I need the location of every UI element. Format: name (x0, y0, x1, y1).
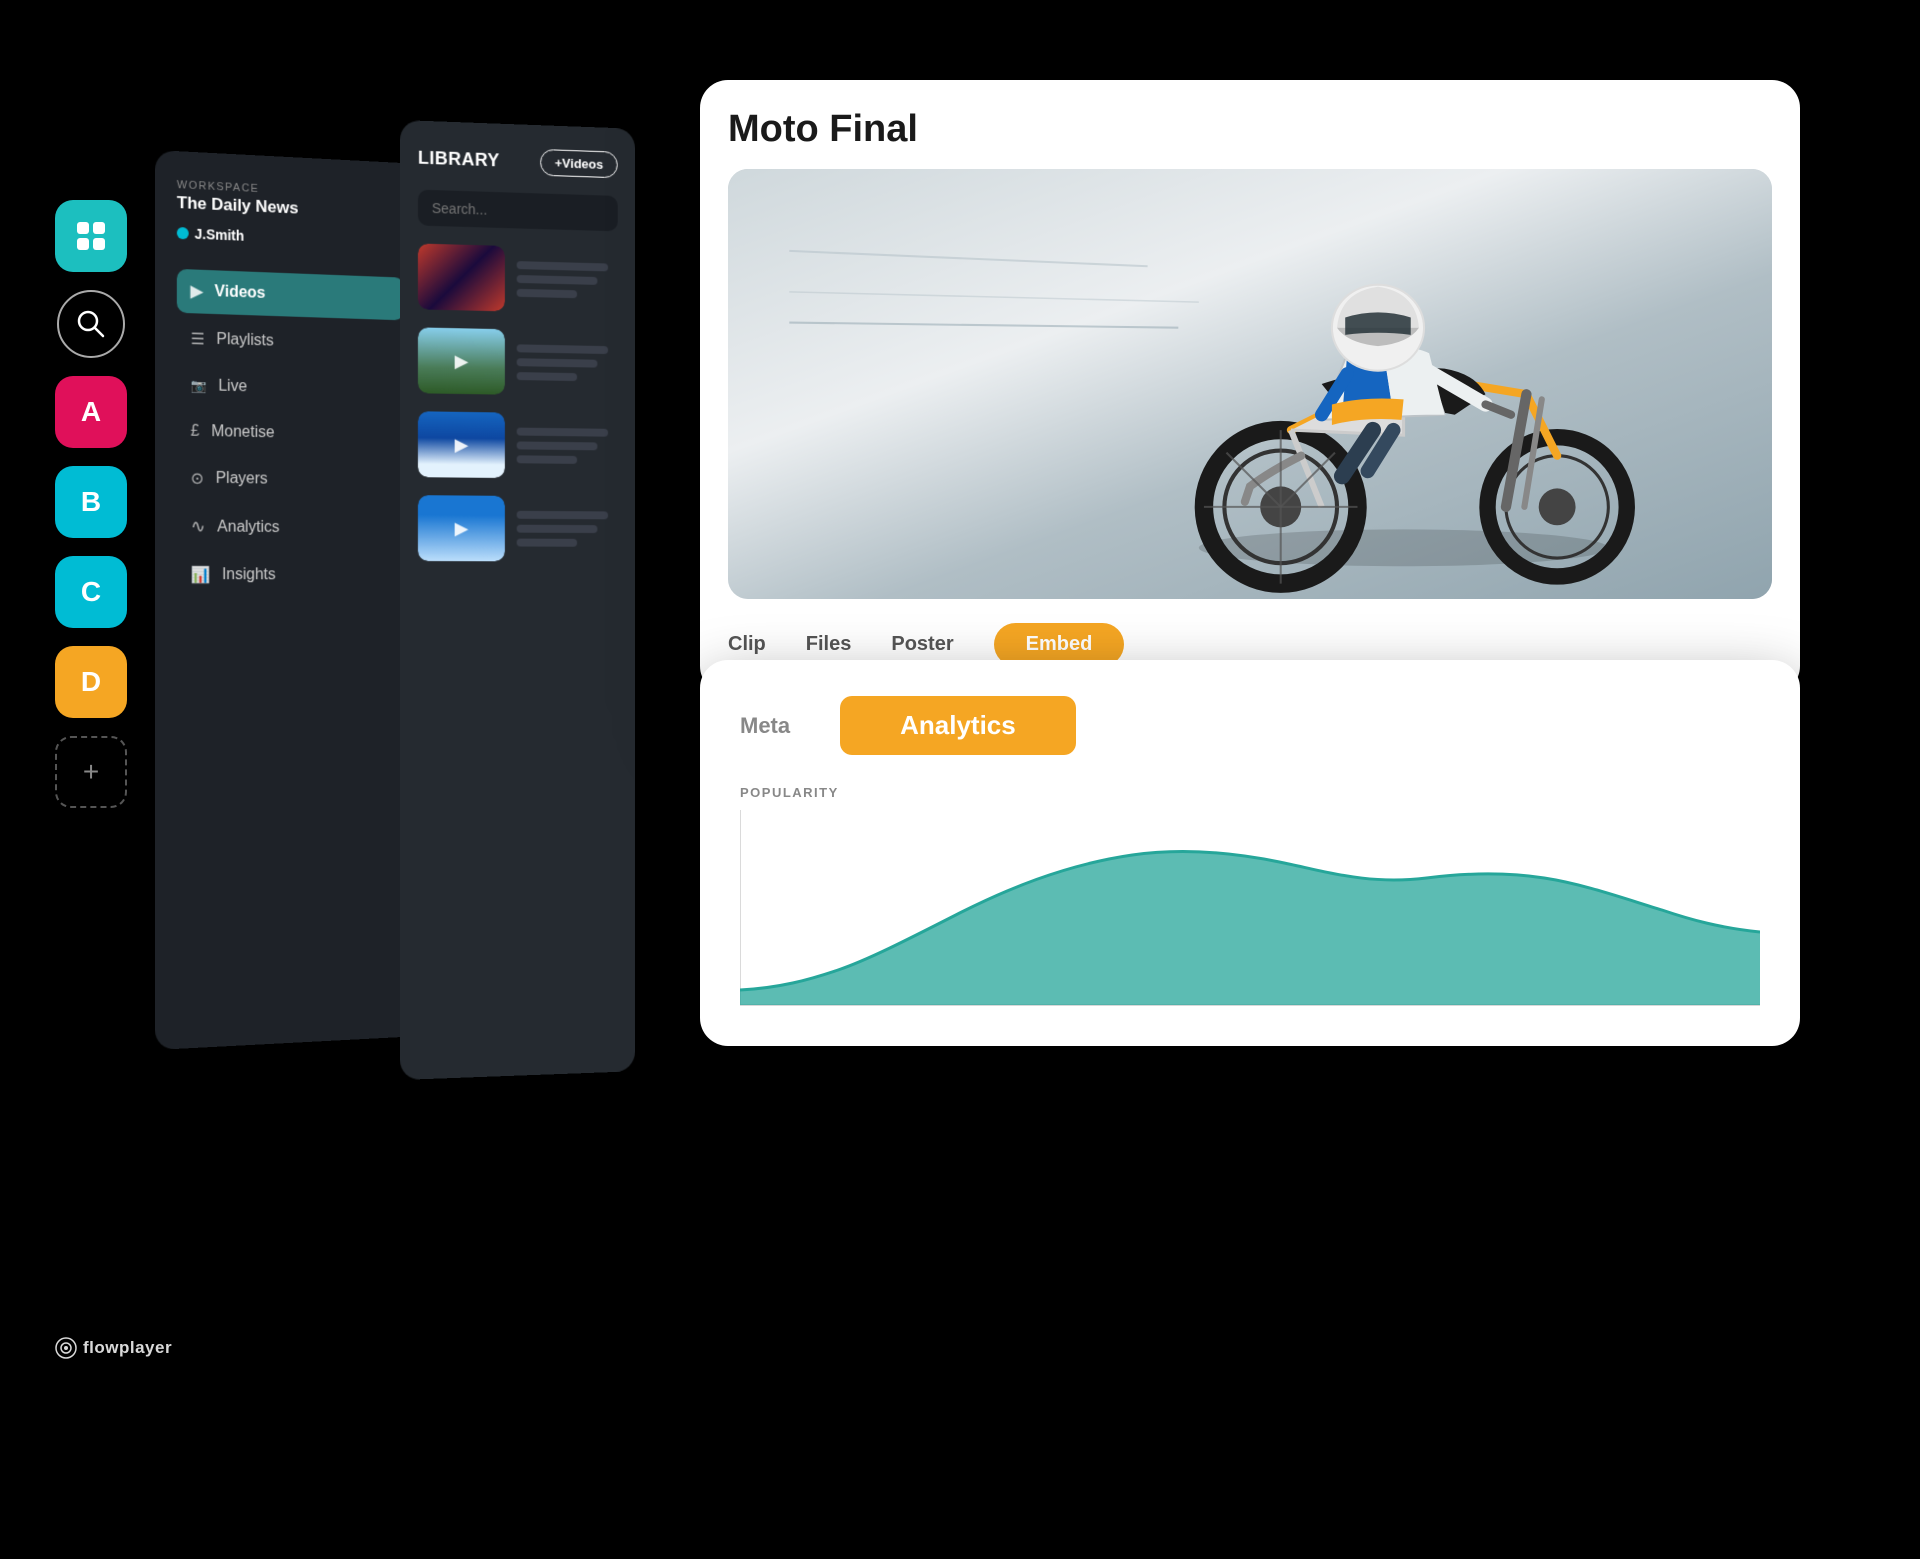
sidebar-item-insights[interactable]: 📊 Insights (177, 553, 404, 597)
add-rail-icon[interactable]: + (55, 736, 127, 808)
d-letter: D (81, 666, 101, 698)
video-thumbnail: ▶ (418, 411, 505, 478)
b-letter: B (81, 486, 101, 518)
sidebar-item-playlists[interactable]: ☰ Playlists (177, 317, 404, 367)
main-content: Moto Final (700, 80, 1830, 1430)
tab-files[interactable]: Files (806, 625, 852, 664)
video-line (517, 511, 608, 520)
video-line (517, 358, 598, 367)
tab-clip[interactable]: Clip (728, 625, 766, 664)
video-thumbnail (418, 243, 505, 311)
video-info (517, 261, 618, 299)
video-info (517, 511, 618, 547)
play-icon: ▶ (455, 351, 469, 372)
a-letter: A (81, 396, 101, 428)
video-info (517, 344, 618, 381)
video-line (517, 455, 578, 464)
insights-label: Insights (222, 566, 276, 584)
live-label: Live (218, 378, 247, 397)
playlists-icon: ☰ (191, 329, 205, 349)
library-search-input[interactable] (418, 190, 618, 232)
library-title: LIBRARY (418, 148, 500, 172)
video-line (517, 428, 608, 437)
video-info (517, 428, 618, 465)
workspace-icon (73, 218, 109, 254)
videos-icon: ▶ (191, 281, 203, 301)
sidebar-item-videos[interactable]: ▶ Videos (177, 269, 404, 321)
video-line (517, 441, 598, 450)
tab-poster[interactable]: Poster (891, 625, 953, 664)
moto-scene (728, 169, 1772, 599)
b-rail-icon[interactable]: B (55, 466, 127, 538)
user-name: J.Smith (195, 226, 245, 244)
playlists-label: Playlists (217, 331, 274, 351)
user-badge[interactable]: J.Smith (177, 225, 404, 251)
c-letter: C (81, 576, 101, 608)
monetise-icon: £ (191, 423, 200, 441)
video-thumbnail: ▶ (418, 495, 505, 561)
search-rail-icon[interactable] (57, 290, 125, 358)
tab-analytics[interactable]: Analytics (840, 696, 1076, 755)
workspace-rail-icon[interactable] (55, 200, 127, 272)
insights-icon: 📊 (191, 565, 211, 585)
list-item[interactable]: ▶ (418, 327, 618, 396)
play-icon: ▶ (455, 434, 469, 455)
sidebar-panel: WORKSPACE The Daily News J.Smith ▶ Video… (155, 150, 425, 1050)
moto-illustration (728, 169, 1772, 599)
sidebar-item-players[interactable]: ⊙ Players (177, 456, 404, 503)
popularity-chart (740, 810, 1760, 1010)
a-rail-icon[interactable]: A (55, 376, 127, 448)
list-item[interactable]: ▶ (418, 495, 618, 562)
monetise-label: Monetise (211, 423, 274, 442)
video-line (517, 372, 578, 381)
video-detail-card: Moto Final (700, 80, 1800, 694)
video-preview (728, 169, 1772, 599)
analytics-label: Analytics (217, 518, 279, 536)
flowplayer-logo-icon (55, 1337, 77, 1359)
video-line (517, 289, 578, 298)
list-item[interactable] (418, 243, 618, 313)
analytics-panel: Meta Analytics POPULARITY (700, 660, 1800, 1046)
video-line (517, 275, 598, 285)
library-header: LIBRARY +Videos (418, 145, 618, 179)
analytics-icon: ∿ (191, 516, 206, 537)
add-symbol: + (83, 756, 99, 788)
c-rail-icon[interactable]: C (55, 556, 127, 628)
video-line (517, 539, 578, 547)
chart-svg (740, 810, 1760, 1010)
popularity-label: POPULARITY (740, 785, 1760, 800)
user-status-dot (177, 227, 189, 239)
players-icon: ⊙ (191, 469, 204, 489)
video-line (517, 261, 608, 271)
search-icon (73, 306, 109, 342)
library-panel: LIBRARY +Videos ▶ ▶ (400, 120, 635, 1080)
video-line (517, 344, 608, 354)
d-rail-icon[interactable]: D (55, 646, 127, 718)
videos-label: Videos (215, 283, 266, 303)
live-icon: 📷 (191, 378, 207, 394)
tab-meta[interactable]: Meta (740, 713, 790, 739)
players-label: Players (216, 470, 268, 489)
analytics-tabs: Meta Analytics (740, 696, 1760, 755)
sidebar-item-monetise[interactable]: £ Monetise (177, 410, 404, 456)
sidebar-item-analytics[interactable]: ∿ Analytics (177, 504, 404, 550)
video-title: Moto Final (728, 108, 1772, 151)
video-line (517, 525, 598, 533)
flowplayer-logo: flowplayer (55, 1337, 172, 1359)
play-icon: ▶ (455, 518, 469, 539)
icon-rail: A B C D + (55, 200, 127, 808)
list-item[interactable]: ▶ (418, 411, 618, 479)
add-videos-button[interactable]: +Videos (540, 149, 618, 178)
video-thumbnail: ▶ (418, 327, 505, 394)
sidebar-item-live[interactable]: 📷 Live (177, 365, 404, 412)
flowplayer-text: flowplayer (83, 1338, 172, 1358)
